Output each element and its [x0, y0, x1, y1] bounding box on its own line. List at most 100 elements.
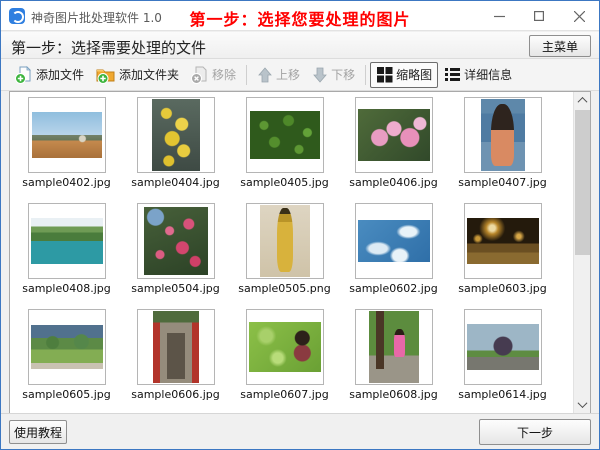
thumbnail-image [31, 325, 103, 369]
move-down-label: 下移 [331, 66, 355, 83]
arrow-up-icon [257, 67, 273, 83]
app-window: 神奇图片批处理软件 1.0 第一步：选择您要处理的图片 第一步：选择需要处理的文… [0, 0, 600, 450]
remove-icon [191, 66, 209, 84]
thumbnail-image [32, 112, 102, 158]
footer-bar: 使用教程 下一步 [1, 413, 599, 449]
move-up-label: 上移 [276, 66, 300, 83]
thumbnail[interactable] [246, 203, 324, 279]
thumbnail-view-label: 缩略图 [396, 66, 432, 83]
file-name: sample0605.jpg [22, 388, 111, 401]
file-name: sample0602.jpg [349, 282, 438, 295]
file-name: sample0404.jpg [131, 176, 220, 189]
next-step-button[interactable]: 下一步 [479, 419, 591, 445]
detail-view-label: 详细信息 [464, 66, 512, 83]
thumbnail[interactable] [355, 97, 433, 173]
arrow-down-icon [312, 67, 328, 83]
file-name: sample0406.jpg [349, 176, 438, 189]
chevron-down-icon [578, 398, 588, 408]
toolbar-separator [365, 65, 366, 85]
file-item[interactable]: sample0606.jpg [121, 309, 230, 413]
file-item[interactable]: sample0608.jpg [339, 309, 448, 413]
thumbnail[interactable] [137, 203, 215, 279]
file-name: sample0408.jpg [22, 282, 111, 295]
file-item[interactable]: sample0406.jpg [339, 97, 448, 203]
scroll-up-button[interactable] [574, 92, 591, 109]
thumbnail[interactable] [355, 309, 433, 385]
add-file-icon [15, 66, 33, 84]
tutorial-button[interactable]: 使用教程 [9, 420, 67, 444]
file-item[interactable]: sample0607.jpg [230, 309, 339, 413]
file-name: sample0407.jpg [458, 176, 547, 189]
file-item[interactable]: sample0404.jpg [121, 97, 230, 203]
file-item[interactable]: sample0408.jpg [12, 203, 121, 309]
remove-label: 移除 [212, 66, 236, 83]
thumbnail[interactable] [246, 97, 324, 173]
thumbnail-image [144, 207, 208, 275]
thumbnail-image [358, 109, 430, 161]
title-bar: 神奇图片批处理软件 1.0 第一步：选择您要处理的图片 [1, 1, 599, 31]
thumbnail[interactable] [28, 309, 106, 385]
thumbnail-view-button[interactable]: 缩略图 [370, 62, 438, 88]
detail-view-button[interactable]: 详细信息 [438, 62, 518, 88]
file-item[interactable]: sample0505.png [230, 203, 339, 309]
thumbnail-grid-icon [376, 66, 393, 83]
thumbnail-image [358, 220, 430, 262]
thumbnail[interactable] [355, 203, 433, 279]
thumbnail-image [250, 111, 320, 159]
thumbnail-grid: sample0402.jpg sample0404.jpg sample0405… [10, 92, 573, 413]
toolbar: 添加文件 添加文件夹 移除 上移 [1, 59, 599, 91]
scroll-down-button[interactable] [574, 396, 591, 413]
thumbnail[interactable] [464, 309, 542, 385]
thumbnail-image [369, 311, 419, 383]
thumbnail[interactable] [464, 97, 542, 173]
thumbnail-image [249, 322, 321, 372]
thumbnail-image [467, 218, 539, 264]
scrollbar-thumb[interactable] [575, 110, 590, 255]
add-folder-icon [96, 66, 116, 84]
close-button[interactable] [559, 1, 599, 31]
thumbnail[interactable] [137, 97, 215, 173]
thumbnail-image [152, 99, 200, 171]
file-item[interactable]: sample0602.jpg [339, 203, 448, 309]
file-item[interactable]: sample0402.jpg [12, 97, 121, 203]
file-item[interactable]: sample0407.jpg [448, 97, 557, 203]
thumbnail[interactable] [28, 203, 106, 279]
step-header-title: 第一步：选择需要处理的文件 [11, 37, 206, 58]
file-name: sample0614.jpg [458, 388, 547, 401]
maximize-button[interactable] [519, 1, 559, 31]
main-menu-button[interactable]: 主菜单 [529, 35, 591, 57]
thumbnail[interactable] [464, 203, 542, 279]
file-name: sample0402.jpg [22, 176, 111, 189]
file-item[interactable]: sample0614.jpg [448, 309, 557, 413]
thumbnail[interactable] [28, 97, 106, 173]
file-name: sample0603.jpg [458, 282, 547, 295]
add-file-label: 添加文件 [36, 66, 84, 83]
add-folder-button[interactable]: 添加文件夹 [90, 62, 185, 88]
remove-button[interactable]: 移除 [185, 62, 242, 88]
thumbnail-image [153, 311, 199, 383]
file-name: sample0606.jpg [131, 388, 220, 401]
thumbnail-image [260, 205, 310, 277]
thumbnail-image [481, 99, 525, 171]
file-item[interactable]: sample0504.jpg [121, 203, 230, 309]
move-up-button[interactable]: 上移 [251, 62, 306, 88]
file-name: sample0607.jpg [240, 388, 329, 401]
thumbnail[interactable] [246, 309, 324, 385]
file-item[interactable]: sample0405.jpg [230, 97, 339, 203]
close-icon [574, 11, 585, 22]
minimize-icon [494, 11, 505, 22]
move-down-button[interactable]: 下移 [306, 62, 361, 88]
toolbar-separator [246, 65, 247, 85]
step-header: 第一步：选择需要处理的文件 主菜单 [1, 32, 599, 59]
file-item[interactable]: sample0605.jpg [12, 309, 121, 413]
minimize-button[interactable] [479, 1, 519, 31]
thumbnail-image [467, 324, 539, 370]
add-file-button[interactable]: 添加文件 [9, 62, 90, 88]
file-name: sample0505.png [238, 282, 330, 295]
file-name: sample0608.jpg [349, 388, 438, 401]
add-folder-label: 添加文件夹 [119, 66, 179, 83]
file-item[interactable]: sample0603.jpg [448, 203, 557, 309]
vertical-scrollbar[interactable] [573, 92, 590, 413]
maximize-icon [534, 11, 544, 21]
thumbnail[interactable] [137, 309, 215, 385]
